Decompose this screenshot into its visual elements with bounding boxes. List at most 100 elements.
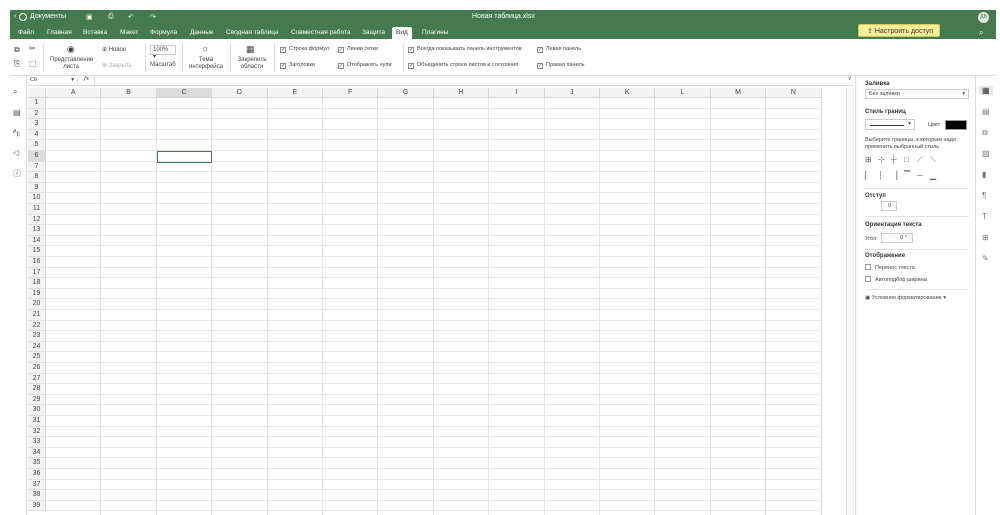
chart-settings-icon[interactable]: ▮ <box>982 170 986 179</box>
column-header-D[interactable]: D <box>212 88 268 98</box>
user-avatar[interactable]: ДВ <box>978 12 989 23</box>
row-header-4[interactable]: 4 <box>28 129 46 141</box>
search-icon[interactable]: ⌕ <box>13 87 17 97</box>
tab-1[interactable]: Главная <box>43 27 76 39</box>
right-panel-checkbox[interactable]: ✓ Правая панель <box>537 62 585 69</box>
row-header-33[interactable]: 33 <box>28 437 46 448</box>
interface-theme-button[interactable]: Тема интерфейса <box>185 57 227 71</box>
row-header-5[interactable]: 5 <box>28 140 46 151</box>
row-header-31[interactable]: 31 <box>28 416 46 427</box>
always-show-toolbar-checkbox[interactable]: ✓ Всегда показывать панель инструментов <box>408 46 522 53</box>
cut-icon[interactable]: ✂ <box>29 44 36 53</box>
copy-icon[interactable]: ⧉ <box>14 45 20 55</box>
row-header-22[interactable]: 22 <box>28 320 46 332</box>
table-settings-icon[interactable]: ▤ <box>982 107 990 116</box>
row-header-37[interactable]: 37 <box>28 479 46 491</box>
share-access-button[interactable]: ⇪ Настроить доступ <box>858 24 940 37</box>
expand-formula-icon[interactable]: ˅ <box>848 76 851 82</box>
row-header-8[interactable]: 8 <box>28 172 46 183</box>
inner-cross-icon[interactable]: ┼ <box>891 155 897 164</box>
undo-icon[interactable]: ↶ <box>128 13 134 21</box>
row-header-18[interactable]: 18 <box>28 278 46 289</box>
row-header-17[interactable]: 17 <box>28 267 46 279</box>
cell-reference-box[interactable]: C6 ▾ <box>30 77 78 85</box>
vertical-scrollbar[interactable] <box>846 88 854 515</box>
column-header-E[interactable]: E <box>267 88 323 98</box>
row-header-29[interactable]: 29 <box>28 394 46 406</box>
column-header-C[interactable]: C <box>156 88 213 98</box>
gridlines-checkbox[interactable]: ✓ Линии сетки <box>338 46 378 53</box>
inner-borders-icon[interactable]: ⊹ <box>878 155 885 164</box>
row-header-30[interactable]: 30 <box>28 405 46 416</box>
row-header-6[interactable]: 6 <box>28 151 46 162</box>
column-header-B[interactable]: B <box>101 88 157 98</box>
row-header-39[interactable]: 39 <box>28 500 46 512</box>
right-border-icon[interactable]: ▕ <box>891 171 897 180</box>
row-header-15[interactable]: 15 <box>28 246 46 257</box>
selected-cell[interactable] <box>156 151 213 163</box>
row-header-7[interactable]: 7 <box>28 161 46 173</box>
select-all-icon[interactable]: ⬚ <box>29 59 37 68</box>
tab-5[interactable]: Данные <box>186 27 217 39</box>
row-header-38[interactable]: 38 <box>28 490 46 501</box>
row-header-10[interactable]: 10 <box>28 193 46 204</box>
combine-bars-checkbox[interactable]: ✓ Объединить строки листов и состояния <box>408 62 518 69</box>
spreadsheet-grid[interactable]: A B C D E F G H I J K L M N 1 2 3 4 5 6 7 8 9 10 11 12 13 14 15 16 17 1… <box>28 88 846 515</box>
function-icon[interactable]: fx <box>84 76 89 82</box>
row-header-25[interactable]: 25 <box>28 352 46 363</box>
column-header-F[interactable]: F <box>323 88 379 98</box>
tab-8[interactable]: Защита <box>358 27 389 39</box>
column-header-K[interactable]: K <box>600 88 656 98</box>
text-art-icon[interactable]: T <box>982 212 987 221</box>
column-header-H[interactable]: H <box>433 88 490 98</box>
tab-4[interactable]: Формула <box>146 27 181 39</box>
indent-input[interactable]: 0 <box>881 201 897 211</box>
angle-input[interactable]: 0 ° <box>881 233 913 243</box>
select-all-corner[interactable] <box>28 88 46 98</box>
inner-vertical-icon[interactable]: ┆ <box>878 171 883 180</box>
row-header-32[interactable]: 32 <box>28 426 46 438</box>
row-header-21[interactable]: 21 <box>28 310 46 321</box>
tab-6[interactable]: Сводная таблица <box>222 27 283 39</box>
tab-10[interactable]: Плагины <box>418 27 452 39</box>
border-line-select[interactable]: ▾ <box>865 119 915 130</box>
row-header-11[interactable]: 11 <box>28 204 46 215</box>
row-header-35[interactable]: 35 <box>28 458 46 469</box>
new-view-button[interactable]: ⊕ Новое <box>102 46 126 53</box>
feedback-icon[interactable]: ◁ <box>13 148 19 157</box>
print-icon[interactable]: ⎙ <box>108 13 114 21</box>
tab-0[interactable]: Файл <box>14 27 38 39</box>
row-header-12[interactable]: 12 <box>28 214 46 226</box>
column-header-I[interactable]: I <box>489 88 545 98</box>
formula-bar-checkbox[interactable]: ✓ Строка формул <box>280 46 329 53</box>
formula-input[interactable] <box>94 77 850 85</box>
column-header-M[interactable]: M <box>710 88 767 98</box>
row-header-2[interactable]: 2 <box>28 108 46 120</box>
tab-7[interactable]: Совместная работа <box>287 27 354 39</box>
paste-icon[interactable]: ⎘ <box>14 59 20 69</box>
wrap-text-checkbox[interactable]: Перенос текста <box>865 264 915 271</box>
pivot-settings-icon[interactable]: ⊞ <box>982 233 989 242</box>
row-header-34[interactable]: 34 <box>28 447 46 459</box>
row-header-26[interactable]: 26 <box>28 363 46 374</box>
row-header-28[interactable]: 28 <box>28 384 46 395</box>
row-header-16[interactable]: 16 <box>28 257 46 268</box>
search-icon[interactable]: ⌕ <box>979 28 983 38</box>
headings-checkbox[interactable]: ✓ Заголовки <box>280 62 315 69</box>
column-header-G[interactable]: G <box>378 88 434 98</box>
zoom-select[interactable]: 100% ▾ <box>150 45 176 60</box>
save-icon[interactable]: ▣ <box>86 13 93 21</box>
all-borders-icon[interactable]: ⊞ <box>865 155 872 164</box>
left-panel-checkbox[interactable]: ✓ Левая панель <box>537 46 581 53</box>
inner-horizontal-icon[interactable]: ─ <box>917 171 923 180</box>
tab-3[interactable]: Макет <box>116 27 142 39</box>
row-header-9[interactable]: 9 <box>28 182 46 194</box>
autofit-checkbox[interactable]: Автоподбор ширины <box>865 276 928 283</box>
fill-select[interactable]: Без заливки ▾ <box>865 89 969 99</box>
tab-2[interactable]: Вставка <box>79 27 111 39</box>
freeze-panes-button[interactable]: Закрепить области <box>234 57 270 71</box>
row-header-14[interactable]: 14 <box>28 235 46 247</box>
row-header-27[interactable]: 27 <box>28 373 46 385</box>
back-icon[interactable]: ‹ <box>14 13 16 20</box>
spellcheck-icon[interactable]: ᴬᵦ <box>13 128 20 137</box>
